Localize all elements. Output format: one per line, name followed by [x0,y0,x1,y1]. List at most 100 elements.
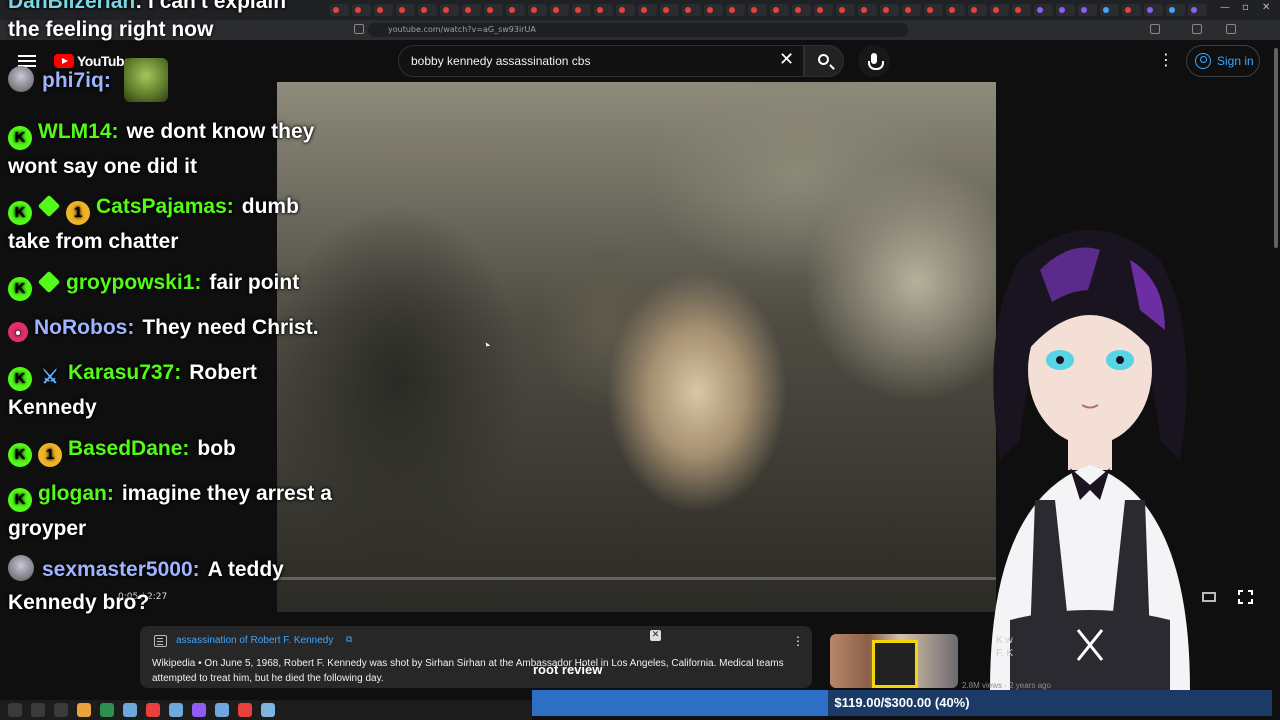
maximize-icon[interactable]: ▫ [1242,2,1249,13]
browser-tab[interactable] [924,4,943,16]
browser-tab[interactable] [836,4,855,16]
extensions-icon[interactable] [1150,24,1160,34]
browser-tab[interactable] [1012,4,1031,16]
browser-tab[interactable] [572,4,591,16]
chat-message: sexmaster5000: A teddy Kennedy bro? [8,553,338,619]
browser-tab[interactable] [352,4,371,16]
browser-tab[interactable] [374,4,393,16]
info-source[interactable]: Wikipedia [152,658,195,669]
browser-tab[interactable] [990,4,1009,16]
browser-tab[interactable] [616,4,635,16]
minimize-icon[interactable]: — [1220,2,1230,13]
address-bar[interactable]: youtube.com/watch?v=aG_sw93irUA [368,23,908,37]
taskbar-app-icon[interactable] [238,703,252,717]
scrollbar-thumb[interactable] [1274,48,1278,248]
browser-tab[interactable] [902,4,921,16]
chat-username: sexmaster5000: [42,558,200,581]
chat-username: DanBilzerian [8,0,136,13]
title-line-2: F. K [996,648,1014,659]
browser-tab[interactable] [1056,4,1075,16]
browser-tab[interactable] [1034,4,1053,16]
browser-tab[interactable] [946,4,965,16]
browser-tab[interactable] [550,4,569,16]
menu-icon[interactable] [1226,24,1236,34]
chat-badge-icon [8,488,32,512]
chat-message-emote: phi7iq: [8,64,338,97]
browser-tab[interactable] [792,4,811,16]
progress-bar[interactable] [277,577,996,580]
chat-badge-icon [8,277,32,301]
browser-tab[interactable] [968,4,987,16]
chat-badge-icon [37,194,61,218]
taskbar-app-icon[interactable] [31,703,45,717]
page-scrollbar[interactable] [1272,40,1280,700]
browser-tab[interactable] [704,4,723,16]
browser-tab[interactable] [770,4,789,16]
sign-in-label: Sign in [1217,54,1254,68]
related-video-title[interactable]: K w F. K [996,634,1013,660]
browser-tab[interactable] [1188,4,1207,16]
browser-tab[interactable] [1144,4,1163,16]
chat-username: CatsPajamas: [96,195,234,218]
browser-tab[interactable] [1100,4,1119,16]
profile-icon[interactable] [1192,24,1202,34]
browser-tab[interactable] [330,4,349,16]
browser-tab[interactable] [1078,4,1097,16]
browser-tab[interactable] [880,4,899,16]
search-input[interactable]: bobby kennedy assassination cbs [398,45,804,77]
browser-tab[interactable] [594,4,613,16]
close-window-icon[interactable]: ✕ [1262,2,1270,13]
browser-tab[interactable] [814,4,833,16]
panel-menu-icon[interactable]: ⋮ [792,634,804,648]
browser-tab[interactable] [418,4,437,16]
taskbar-app-icon[interactable] [123,703,137,717]
taskbar-app-icon[interactable] [8,703,22,717]
chat-message: NoRobos: They need Christ. [8,311,338,344]
bookmark-icon[interactable] [354,24,364,34]
browser-tab[interactable] [748,4,767,16]
taskbar-app-icon[interactable] [100,703,114,717]
browser-tab[interactable] [506,4,525,16]
microphone-icon [868,53,884,70]
taskbar-app-icon[interactable] [261,703,275,717]
taskbar-app-icon[interactable] [54,703,68,717]
external-link-icon[interactable]: ⧉ [346,635,352,645]
clear-search-icon[interactable]: ✕ [779,51,794,69]
fullscreen-icon[interactable] [1237,589,1254,605]
chat-badge-icon [37,270,61,294]
browser-tab[interactable] [440,4,459,16]
goal-label: root review [533,662,603,677]
settings-menu-icon[interactable]: ⋮ [1158,50,1174,69]
browser-tab[interactable] [528,4,547,16]
info-panel-text: Wikipedia • On June 5, 1968, Robert F. K… [152,656,792,686]
close-panel-icon[interactable]: ✕ [650,630,661,641]
taskbar-app-icon[interactable] [192,703,206,717]
browser-tab[interactable] [1166,4,1185,16]
taskbar-app-icon[interactable] [146,703,160,717]
donation-goal-bar: $119.00/$300.00 (40%) [532,690,1272,716]
chat-badge-icon [8,367,32,391]
voice-search-button[interactable] [858,45,890,77]
related-video-thumbnail[interactable] [830,634,958,688]
chat-badge-icon [8,201,32,225]
info-panel-title[interactable]: assassination of Robert F. Kennedy [176,635,333,646]
search-icon [818,54,829,65]
browser-tab[interactable] [858,4,877,16]
browser-tab[interactable] [726,4,745,16]
search-button[interactable] [804,45,844,77]
chat-username: WLM14: [38,120,119,143]
chat-username: groypowski1: [66,271,202,294]
sign-in-button[interactable]: Sign in [1186,45,1260,77]
browser-tab[interactable] [484,4,503,16]
taskbar-app-icon[interactable] [215,703,229,717]
browser-tab[interactable] [1122,4,1141,16]
taskbar-app-icon[interactable] [169,703,183,717]
browser-tab[interactable] [682,4,701,16]
chat-message-partial: DanBilzerian: I can't explain [8,0,286,14]
browser-tab[interactable] [462,4,481,16]
video-player[interactable] [277,82,996,612]
browser-tab[interactable] [638,4,657,16]
taskbar-app-icon[interactable] [77,703,91,717]
browser-tab[interactable] [396,4,415,16]
browser-tab[interactable] [660,4,679,16]
